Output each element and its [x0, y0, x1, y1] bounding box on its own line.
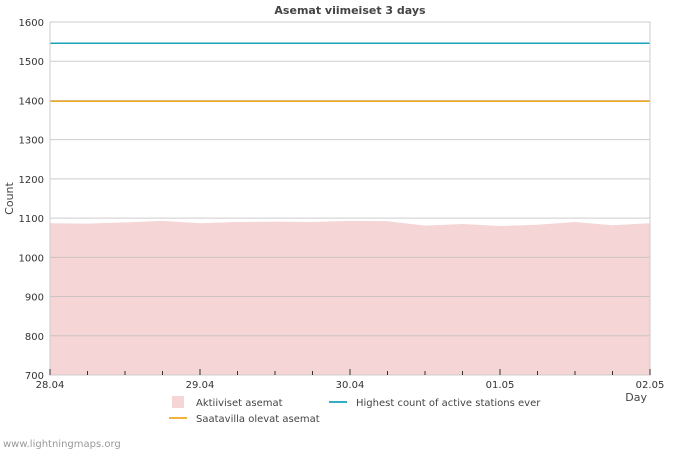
legend-swatch-aktiiviset-asemat — [172, 396, 184, 408]
chart-svg: 700800900100011001200130014001500160028.… — [3, 4, 665, 450]
y-tick-label: 1500 — [19, 57, 44, 68]
x-axis-label: Day — [625, 391, 647, 404]
x-tick-label: 29.04 — [186, 380, 215, 391]
x-tick-label: 28.04 — [36, 380, 65, 391]
source-label: www.lightningmaps.org — [3, 439, 121, 450]
x-tick-label: 02.05 — [636, 380, 665, 391]
legend-label-aktiiviset-asemat: Aktiiviset asemat — [196, 398, 283, 409]
x-tick-label: 30.04 — [336, 380, 365, 391]
y-tick-label: 1600 — [19, 18, 44, 29]
x-tick-label: 01.05 — [486, 380, 515, 391]
y-axis-label: Count — [3, 181, 16, 214]
y-tick-label: 1100 — [19, 214, 44, 225]
series-area-aktiiviset-asemat — [50, 220, 650, 375]
y-tick-label: 1200 — [19, 175, 44, 186]
y-tick-label: 1300 — [19, 136, 44, 147]
y-tick-label: 900 — [25, 293, 44, 304]
y-tick-label: 800 — [25, 332, 44, 343]
y-tick-label: 1000 — [19, 253, 44, 264]
chart-title: Asemat viimeiset 3 days — [274, 4, 426, 17]
y-tick-label: 1400 — [19, 96, 44, 107]
legend-label-saatavilla-olevat-asemat: Saatavilla olevat asemat — [196, 414, 320, 425]
chart-container: 700 800 900 1000 1100 1200 1300 1400 1500 1600 28.… — [0, 0, 700, 450]
legend-label-highest-count-of-active-stations-ever: Highest count of active stations ever — [356, 398, 541, 409]
